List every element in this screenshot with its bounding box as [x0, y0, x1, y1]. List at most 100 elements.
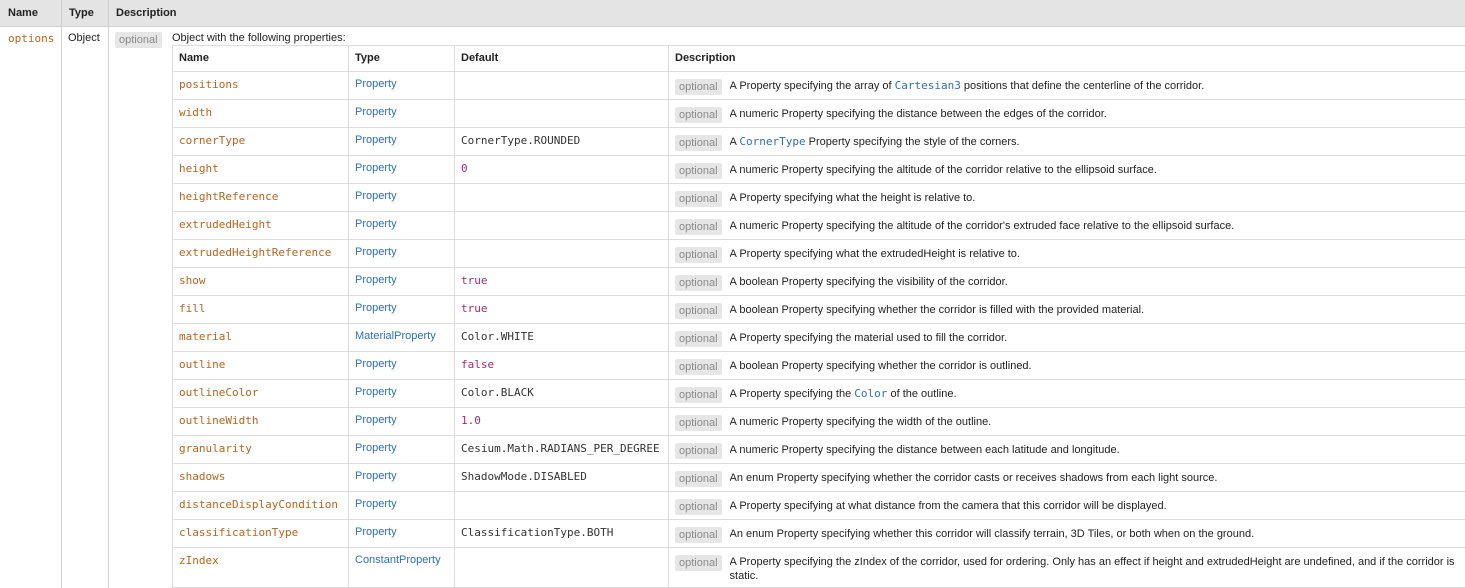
property-type-link[interactable]: Property — [348, 155, 455, 184]
properties-table: Name Type Default Description positions P… — [172, 45, 1465, 588]
description-text-start: A Property specifying the — [729, 388, 855, 400]
property-description: optional A boolean Property specifying wh… — [668, 351, 1465, 380]
params-table-header: Name Type Description — [0, 0, 1465, 27]
property-type-link[interactable]: Property — [348, 435, 455, 464]
optional-badge: optional — [675, 303, 722, 319]
property-row: outline Property false optional A boolean Pr… — [172, 351, 1465, 380]
optional-badge: optional — [675, 247, 722, 263]
property-row: material MaterialProperty Color.WHITE optio… — [172, 323, 1465, 352]
property-type-link[interactable]: Property — [348, 295, 455, 324]
property-type-link[interactable]: Property — [348, 267, 455, 296]
property-description: optional An enum Property specifying whet… — [668, 463, 1465, 492]
description-text: A Property specifying at what distance f… — [730, 498, 1459, 513]
description-text-start: A — [729, 136, 740, 148]
property-description: optional A boolean Property specifying wh… — [668, 295, 1465, 324]
type-link[interactable]: Color — [854, 387, 887, 400]
header-name: Name — [8, 7, 38, 19]
description-text-start: An enum Property specifying whether this… — [729, 528, 1255, 540]
description-text: A Property specifying the zIndex of the … — [730, 554, 1459, 583]
description-text-start: A Property specifying the material used … — [729, 332, 1008, 344]
property-description: optional A numeric Property specifying th… — [668, 99, 1465, 128]
property-row: width Property optional A numeric Property … — [172, 99, 1465, 128]
property-description: optional An enum Property specifying whet… — [668, 519, 1465, 548]
description-text-end: positions that define the centerline of … — [960, 80, 1205, 92]
optional-badge: optional — [675, 191, 722, 207]
property-description: optional A Property specifying the Color … — [668, 379, 1465, 408]
optional-badge: optional — [675, 275, 722, 291]
property-type-link[interactable]: Property — [348, 183, 455, 212]
description-text: A numeric Property specifying the altitu… — [730, 218, 1459, 233]
property-type-link[interactable]: Property — [348, 491, 455, 520]
property-default: true — [454, 295, 669, 324]
property-description: optional A Property specifying at what di… — [668, 491, 1465, 520]
description-text: An enum Property specifying whether the … — [730, 470, 1459, 485]
property-description: optional A numeric Property specifying th… — [668, 435, 1465, 464]
property-type-link[interactable]: Property — [348, 99, 455, 128]
column-divider — [61, 0, 62, 588]
col-type-header: Type — [348, 45, 455, 72]
description-text-end: Property specifying the style of the cor… — [805, 136, 1020, 148]
description-text: A CornerType Property specifying the sty… — [730, 134, 1459, 149]
optional-badge: optional — [675, 359, 722, 375]
property-default: 1.0 — [454, 407, 669, 436]
type-link[interactable]: CornerType — [739, 135, 805, 148]
col-name-header: Name — [172, 45, 349, 72]
property-type-link[interactable]: Property — [348, 463, 455, 492]
description-text: A Property specifying what the height is… — [730, 190, 1459, 205]
property-name: classificationType — [172, 519, 349, 548]
property-row: fill Property true optional A boolean Proper… — [172, 295, 1465, 324]
property-row: outlineWidth Property 1.0 optional A numeric… — [172, 407, 1465, 436]
property-default — [454, 239, 669, 268]
property-row: cornerType Property CornerType.ROUNDED opti… — [172, 127, 1465, 156]
property-name: positions — [172, 71, 349, 100]
property-default: CornerType.ROUNDED — [454, 127, 669, 156]
description-text-end: of the outline. — [887, 388, 957, 400]
param-description: Object with the following properties: — [172, 32, 346, 44]
type-link[interactable]: Cartesian3 — [895, 79, 961, 92]
property-type-link[interactable]: Property — [348, 239, 455, 268]
property-name: outline — [172, 351, 349, 380]
properties-header-row: Name Type Default Description — [172, 45, 1465, 72]
property-name: outlineColor — [172, 379, 349, 408]
optional-badge: optional — [675, 471, 722, 487]
property-default — [454, 99, 669, 128]
optional-badge: optional — [675, 107, 722, 123]
property-type-link[interactable]: Property — [348, 407, 455, 436]
description-text-start: A numeric Property specifying the distan… — [729, 444, 1120, 456]
description-text-start: A boolean Property specifying whether th… — [729, 360, 1032, 372]
property-default: Color.BLACK — [454, 379, 669, 408]
optional-badge: optional — [675, 387, 722, 403]
description-text: A Property specifying the material used … — [730, 330, 1459, 345]
property-default — [454, 211, 669, 240]
property-type-link[interactable]: Property — [348, 379, 455, 408]
property-description: optional A numeric Property specifying th… — [668, 211, 1465, 240]
property-default: false — [454, 351, 669, 380]
description-text-start: A numeric Property specifying the distan… — [729, 108, 1107, 120]
property-default: Cesium.Math.RADIANS_PER_DEGREE — [454, 435, 669, 464]
optional-badge: optional — [675, 331, 722, 347]
property-row: extrudedHeight Property optional A numeric … — [172, 211, 1465, 240]
optional-badge-label: optional — [115, 32, 162, 48]
property-description: optional A numeric Property specifying th… — [668, 407, 1465, 436]
property-type-link[interactable]: Property — [348, 71, 455, 100]
property-name: fill — [172, 295, 349, 324]
property-row: height Property 0 optional A numeric Propert… — [172, 155, 1465, 184]
property-type-link[interactable]: MaterialProperty — [348, 323, 455, 352]
description-text-start: A Property specifying the zIndex of the … — [729, 556, 1455, 582]
description-text: A boolean Property specifying whether th… — [730, 302, 1459, 317]
optional-badge: optional — [675, 415, 722, 431]
property-row: granularity Property Cesium.Math.RADIANS_P… — [172, 435, 1465, 464]
property-type-link[interactable]: ConstantProperty — [348, 547, 455, 588]
description-text-start: A Property specifying what the height is… — [729, 192, 976, 204]
property-description: optional A Property specifying what the h… — [668, 183, 1465, 212]
property-name: heightReference — [172, 183, 349, 212]
property-type-link[interactable]: Property — [348, 127, 455, 156]
property-default: 0 — [454, 155, 669, 184]
property-type-link[interactable]: Property — [348, 211, 455, 240]
property-name: extrudedHeight — [172, 211, 349, 240]
property-default — [454, 491, 669, 520]
property-type-link[interactable]: Property — [348, 351, 455, 380]
property-type-link[interactable]: Property — [348, 519, 455, 548]
description-text-start: A boolean Property specifying whether th… — [729, 304, 1145, 316]
description-text: A numeric Property specifying the distan… — [730, 442, 1459, 457]
